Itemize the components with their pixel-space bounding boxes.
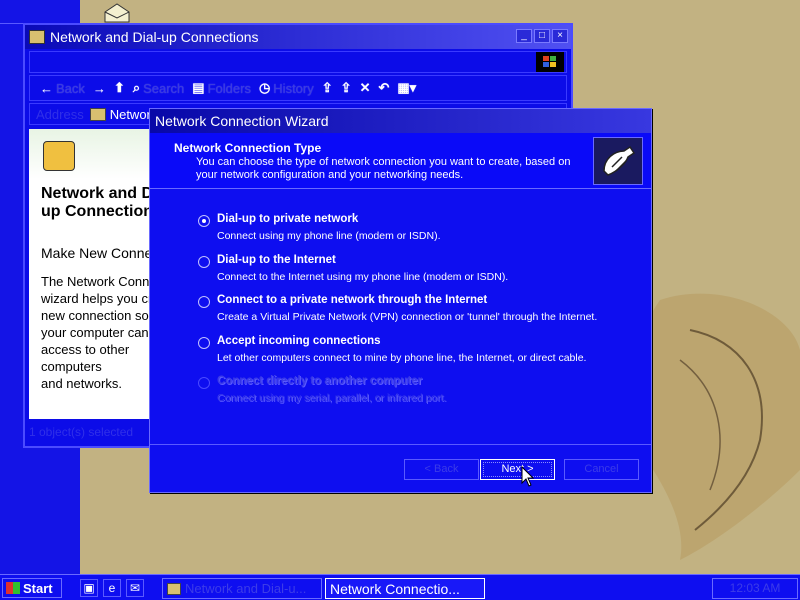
windows-flag-icon bbox=[6, 582, 20, 594]
maximize-button[interactable]: □ bbox=[534, 29, 550, 43]
radio-dialup-private[interactable] bbox=[198, 215, 210, 227]
network-connections-icon bbox=[43, 141, 75, 171]
panel-title: Network and Dial-up Connections bbox=[41, 185, 159, 220]
minimize-button[interactable]: _ bbox=[516, 29, 532, 43]
start-button[interactable]: Start bbox=[2, 578, 62, 598]
history-icon: ◷ bbox=[258, 80, 271, 95]
search-toolbar-button[interactable]: ⌕ Search bbox=[133, 80, 184, 96]
taskbar-folder-icon bbox=[167, 582, 181, 595]
back-button[interactable]: < Back bbox=[404, 459, 479, 480]
history-toolbar-button[interactable]: ◷ History bbox=[259, 80, 314, 96]
address-label: Address bbox=[36, 106, 84, 122]
outlook-express-icon[interactable]: ✉ bbox=[126, 579, 144, 597]
phone-plug-icon bbox=[593, 137, 643, 185]
address-folder-icon bbox=[89, 107, 106, 121]
views-button[interactable]: ▦▾ bbox=[397, 80, 416, 96]
wizard-header: Network Connection Type You can choose t… bbox=[150, 133, 651, 189]
desktop-envelope-icon[interactable] bbox=[102, 2, 132, 24]
explorer-toolbar: ← Back → ⬆ ⌕ Search ▤ Folders ◷ History ⇪ ⇪ … bbox=[29, 75, 567, 101]
panel-make-new-connection: Make New Connection bbox=[41, 245, 159, 261]
wizard-titlebar[interactable]: Network Connection Wizard bbox=[150, 109, 651, 133]
move-to-icon: ⇪ bbox=[321, 80, 333, 95]
radio-accept-incoming[interactable] bbox=[198, 336, 210, 349]
radio-connect-directly bbox=[198, 377, 210, 389]
network-connection-wizard[interactable]: Network Connection Wizard Network Connec… bbox=[149, 108, 652, 493]
status-bar: 1 object(s) selected bbox=[29, 425, 134, 439]
taskbar-item-explorer[interactable]: Network and Dial-u... bbox=[162, 578, 322, 599]
taskbar: Start ▣ e ✉ Network and Dial-u... Networ… bbox=[0, 574, 800, 600]
web-view-panel: Network and Dial-up Connections Make New… bbox=[29, 129, 159, 419]
mouse-pointer-icon bbox=[521, 466, 535, 487]
forward-arrow-icon: → bbox=[92, 80, 106, 96]
views-icon: ▦▾ bbox=[397, 80, 417, 95]
delete-icon: ✕ bbox=[359, 80, 371, 95]
wizard-separator bbox=[150, 444, 651, 445]
close-button[interactable]: × bbox=[552, 29, 568, 43]
menu-bar bbox=[29, 51, 567, 73]
panel-description: The Network Connection wizard helps you … bbox=[41, 274, 159, 391]
radio-dialup-internet[interactable] bbox=[198, 255, 210, 268]
back-toolbar-button[interactable]: ← Back bbox=[40, 81, 85, 96]
wizard-header-title: Network Connection Type bbox=[174, 141, 322, 155]
explorer-titlebar[interactable]: Network and Dial-up Connections _ □ × bbox=[25, 25, 571, 49]
delete-button[interactable]: ✕ bbox=[360, 80, 371, 96]
radio-vpn[interactable] bbox=[198, 296, 210, 308]
internet-explorer-icon[interactable]: e bbox=[103, 579, 121, 597]
panel-banner bbox=[29, 129, 159, 179]
forward-toolbar-button[interactable]: → bbox=[93, 81, 106, 96]
wizard-header-subtitle: You can choose the type of network conne… bbox=[196, 156, 571, 181]
folders-toolbar-button[interactable]: ▤ Folders bbox=[192, 80, 251, 96]
up-folder-icon: ⬆ bbox=[113, 80, 125, 95]
next-button[interactable]: Next > bbox=[480, 459, 555, 480]
windows-logo-icon bbox=[536, 52, 564, 72]
taskbar-item-wizard[interactable]: Network Connectio... bbox=[325, 578, 485, 599]
folders-icon: ▤ bbox=[192, 80, 205, 95]
move-to-button[interactable]: ⇪ bbox=[322, 80, 333, 96]
undo-button[interactable]: ↶ bbox=[378, 80, 389, 96]
folder-network-icon bbox=[29, 30, 45, 44]
search-icon: ⌕ bbox=[132, 80, 141, 95]
undo-icon: ↶ bbox=[378, 80, 390, 95]
copy-to-button[interactable]: ⇪ bbox=[341, 80, 352, 96]
back-arrow-icon: ← bbox=[40, 80, 53, 96]
system-clock[interactable]: 12:03 AM bbox=[712, 578, 798, 599]
show-desktop-icon[interactable]: ▣ bbox=[80, 579, 98, 597]
cancel-button[interactable]: Cancel bbox=[564, 459, 639, 480]
up-folder-button[interactable]: ⬆ bbox=[114, 80, 125, 96]
explorer-title: Network and Dial-up Connections bbox=[50, 29, 259, 45]
copy-to-icon: ⇪ bbox=[340, 80, 352, 95]
